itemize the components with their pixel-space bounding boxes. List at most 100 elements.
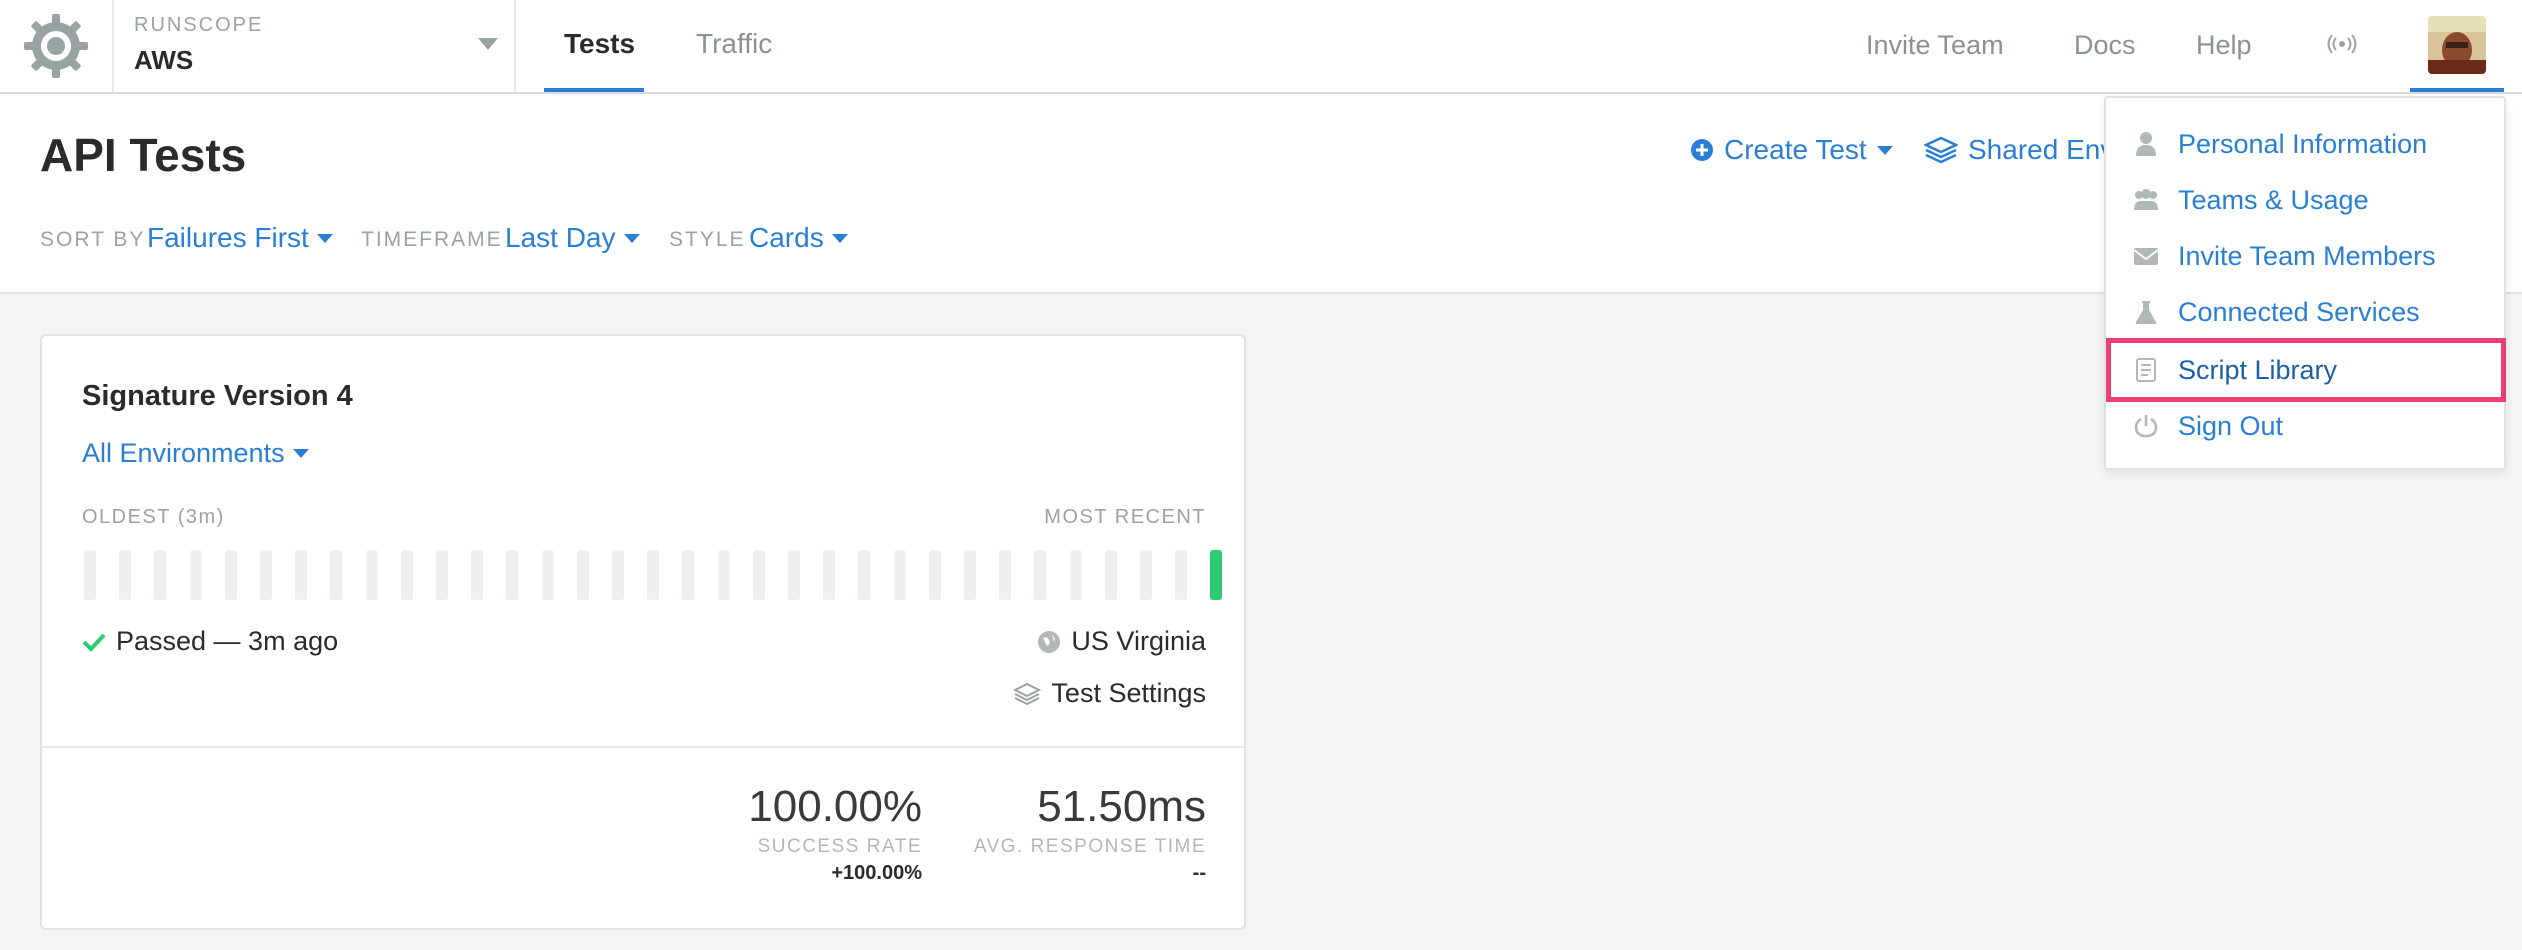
menu-item-label: Teams & Usage: [2178, 184, 2369, 215]
success-rate-label: SUCCESS RATE: [757, 836, 922, 857]
chevron-down-icon: [316, 233, 333, 243]
page-title: API Tests: [40, 129, 247, 181]
highlight-box: [2106, 338, 2506, 402]
menu-item-invite-team-members[interactable]: Invite Team Members: [2106, 230, 2504, 282]
layers-icon: [1924, 136, 1958, 164]
run-bar-empty: [154, 550, 167, 600]
run-bar-empty: [1175, 550, 1188, 600]
region-info: US Virginia: [1037, 626, 1206, 657]
globe-icon: [1038, 630, 1061, 653]
chevron-down-icon: [292, 449, 309, 458]
run-bar-empty: [1034, 550, 1047, 600]
chevron-down-icon: [831, 233, 848, 243]
menu-item-sign-out[interactable]: Sign Out: [2106, 400, 2504, 452]
oldest-label: OLDEST (3m): [82, 506, 225, 528]
chevron-down-icon: [623, 233, 640, 243]
top-nav: RUNSCOPE AWS Tests Traffic Invite Team D…: [0, 0, 2522, 94]
sort-by-select[interactable]: Failures First: [147, 222, 333, 254]
run-bar-empty: [436, 550, 448, 600]
account-label: RUNSCOPE: [134, 14, 264, 36]
run-bar-empty: [647, 550, 660, 600]
test-title[interactable]: Signature Version 4: [82, 380, 353, 413]
menu-item-personal-information[interactable]: Personal Information: [2106, 118, 2504, 170]
run-bar-empty: [612, 550, 624, 600]
menu-item-teams-usage[interactable]: Teams & Usage: [2106, 174, 2504, 226]
run-bar-empty: [541, 550, 554, 600]
run-bar-empty: [1104, 550, 1117, 600]
create-test-label: Create Test: [1724, 134, 1867, 165]
help-link[interactable]: Help: [2196, 30, 2252, 61]
docs-link[interactable]: Docs: [2074, 30, 2136, 61]
run-bar-empty: [260, 550, 272, 600]
style-select[interactable]: Cards: [749, 222, 848, 254]
run-bar-empty: [84, 550, 96, 600]
team-icon: [2134, 189, 2158, 210]
run-bar-empty: [119, 550, 132, 600]
region-text: US Virginia: [1071, 626, 1206, 656]
sort-by-value: Failures First: [147, 222, 309, 253]
nav-divider: [112, 0, 114, 92]
response-time-delta: --: [1192, 862, 1206, 884]
user-menu: Personal Information Teams & Usage Invit…: [2104, 96, 2506, 470]
status-text: Passed — 3m ago: [116, 626, 339, 656]
avatar[interactable]: [2428, 16, 2486, 74]
run-bar-empty: [928, 550, 941, 600]
account-chevron-down-icon[interactable]: [478, 38, 498, 50]
avatar-active-indicator: [2410, 88, 2504, 92]
environment-select[interactable]: All Environments: [82, 438, 309, 469]
test-status: Passed — 3m ago: [82, 626, 338, 657]
runscope-logo-icon[interactable]: [22, 12, 90, 80]
invite-team-link[interactable]: Invite Team: [1866, 30, 2004, 61]
active-tab-indicator: [544, 88, 644, 92]
run-bar-empty: [189, 550, 202, 600]
run-bar-empty: [717, 550, 730, 600]
run-bar-passed[interactable]: [1210, 550, 1223, 600]
menu-item-label: Personal Information: [2178, 128, 2428, 159]
layers-icon: [1013, 682, 1042, 705]
user-icon: [2136, 132, 2156, 156]
success-rate-value: 100.00%: [748, 782, 922, 831]
account-name: AWS: [134, 45, 194, 75]
shared-env-label: Shared Env: [1968, 134, 2115, 165]
run-bar-empty: [999, 550, 1012, 600]
tab-traffic[interactable]: Traffic: [696, 28, 772, 60]
run-bar-empty: [1140, 550, 1152, 600]
test-card[interactable]: Signature Version 4 All Environments OLD…: [40, 334, 1246, 930]
flask-icon: [2135, 301, 2157, 324]
run-bar-empty: [506, 550, 519, 600]
environment-value: All Environments: [82, 438, 285, 468]
success-rate-delta: +100.00%: [831, 862, 922, 884]
run-bar-empty: [893, 550, 906, 600]
run-bar-empty: [471, 550, 484, 600]
create-test-button[interactable]: Create Test: [1690, 134, 1893, 166]
shared-environments-button[interactable]: Shared Env: [1924, 134, 2114, 166]
test-settings-link[interactable]: Test Settings: [1013, 678, 1206, 709]
menu-item-label: Invite Team Members: [2178, 240, 2436, 271]
run-bar-empty: [788, 550, 800, 600]
run-bar-empty: [964, 550, 976, 600]
run-bar-empty: [224, 550, 237, 600]
run-bar-empty: [1069, 550, 1082, 600]
tab-tests[interactable]: Tests: [564, 28, 635, 60]
menu-item-label: Sign Out: [2178, 410, 2284, 441]
run-bar-empty: [752, 550, 765, 600]
card-divider: [42, 746, 1244, 748]
menu-item-connected-services[interactable]: Connected Services: [2106, 286, 2504, 338]
test-settings-label: Test Settings: [1051, 678, 1206, 708]
chevron-down-icon: [1876, 145, 1893, 155]
run-bar-empty: [682, 550, 695, 600]
broadcast-icon[interactable]: [2326, 32, 2358, 56]
most-recent-label: MOST RECENT: [1044, 506, 1206, 528]
style-value: Cards: [749, 222, 824, 253]
run-bar-empty: [576, 550, 589, 600]
account-switcher[interactable]: RUNSCOPE AWS: [134, 14, 263, 76]
run-bar-empty: [400, 550, 413, 600]
run-bar-empty: [823, 550, 836, 600]
timeframe-select[interactable]: Last Day: [505, 222, 640, 254]
style-label: STYLE: [669, 228, 746, 251]
plus-circle-icon: [1691, 139, 1713, 161]
nav-divider: [514, 0, 516, 92]
check-icon: [82, 633, 106, 652]
envelope-icon: [2133, 248, 2159, 265]
run-bar-empty: [365, 550, 378, 600]
